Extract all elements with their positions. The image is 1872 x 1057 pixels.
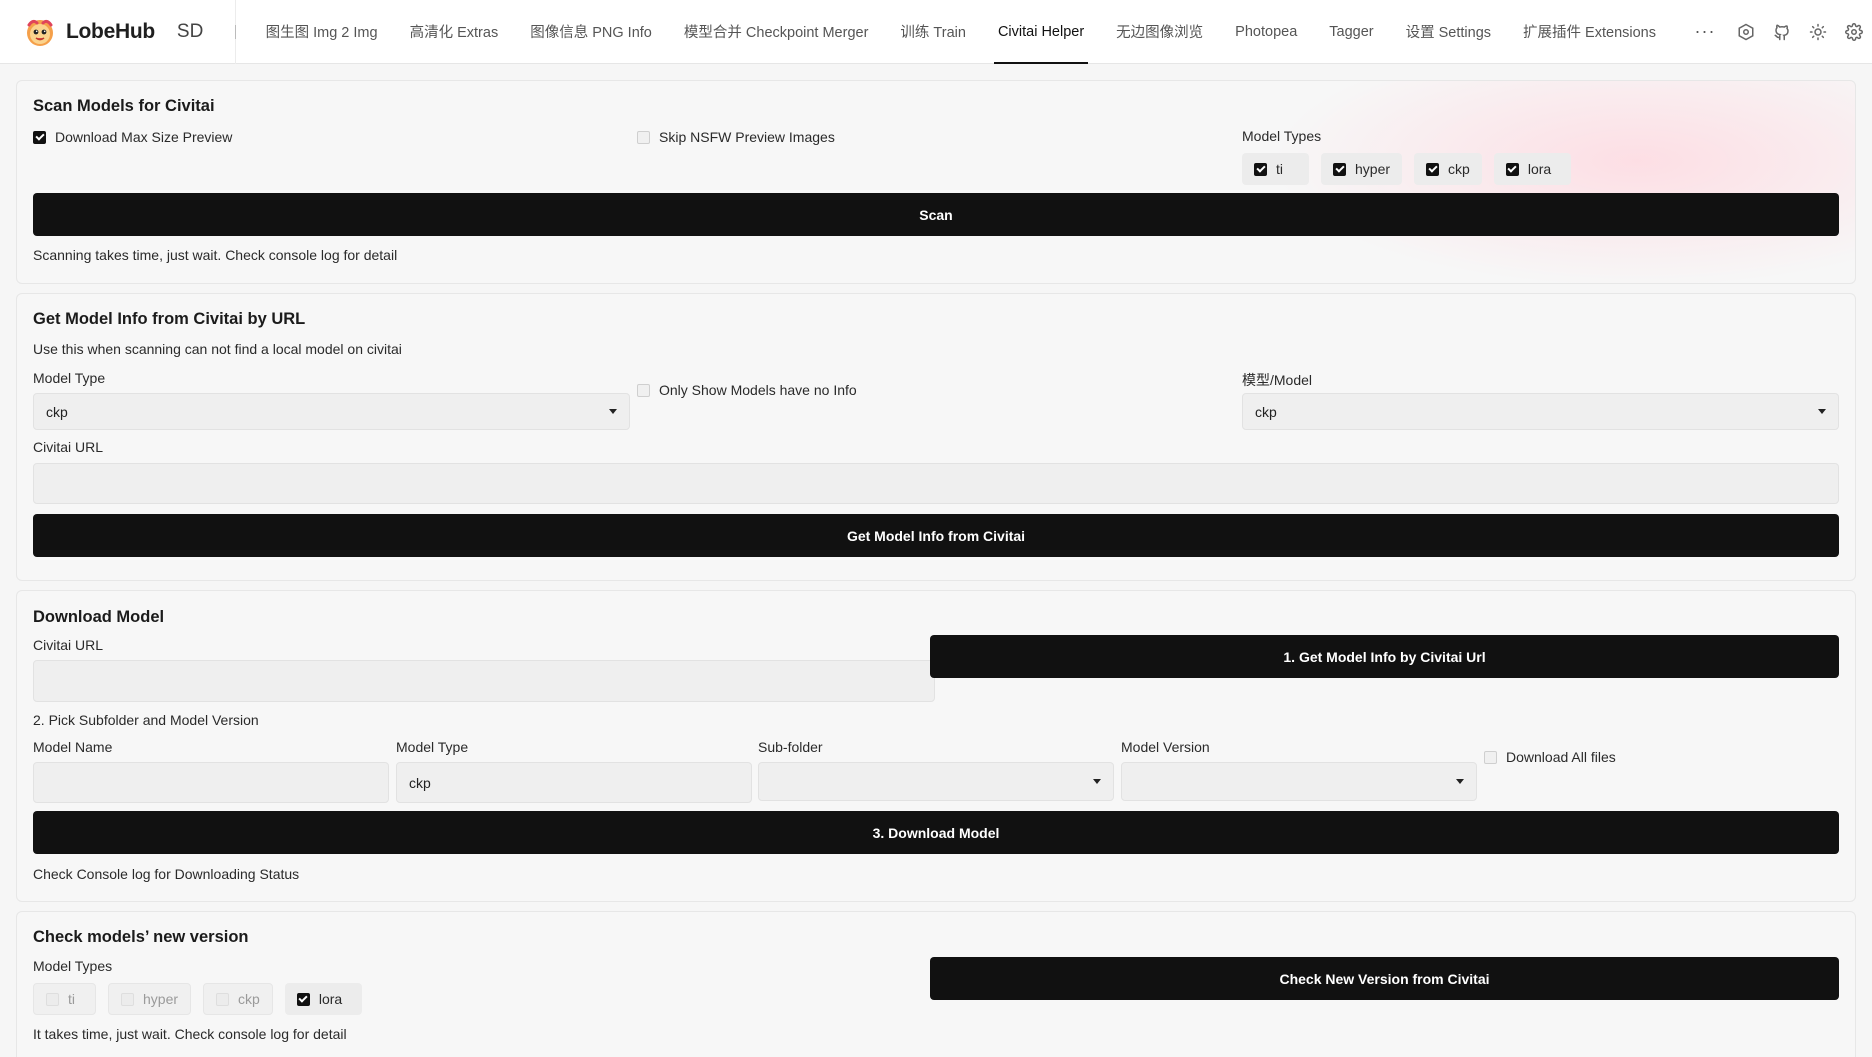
scan-type-ti-checkbox[interactable]: ti bbox=[1242, 153, 1309, 185]
top-nav-bar: LobeHub SD 图生图 Img 2 Img 高清化 Extras 图像信息… bbox=[0, 0, 1872, 64]
chevron-down-icon bbox=[1818, 409, 1826, 414]
scan-type-hyper-checkbox[interactable]: hyper bbox=[1321, 153, 1403, 185]
download-civitai-url-label: Civitai URL bbox=[33, 637, 104, 653]
model-name-label: Model Name bbox=[33, 739, 113, 755]
tab-tagger[interactable]: Tagger bbox=[1313, 0, 1389, 64]
chevron-down-icon bbox=[1093, 779, 1101, 784]
checkbox-unchecked-icon bbox=[637, 130, 650, 144]
check-model-types-group: ti hyper ckp lora bbox=[33, 983, 363, 1015]
download-title: Download Model bbox=[33, 608, 165, 626]
scan-button[interactable]: Scan bbox=[33, 193, 1839, 236]
scan-note: Scanning takes time, just wait. Check co… bbox=[33, 247, 398, 263]
tab-settings[interactable]: 设置 Settings bbox=[1390, 0, 1507, 64]
url-model-type-select[interactable]: ckp bbox=[33, 393, 630, 430]
download-civitai-url-input[interactable] bbox=[33, 660, 935, 702]
only-show-no-info-checkbox[interactable]: Only Show Models have no Info bbox=[637, 382, 857, 398]
url-model-label: 模型/Model bbox=[1242, 372, 1313, 388]
more-tabs-button[interactable]: ··· bbox=[1682, 14, 1728, 50]
tab-checkpoint-merger[interactable]: 模型合并 Checkpoint Merger bbox=[668, 0, 885, 64]
scan-title: Scan Models for Civitai bbox=[33, 97, 215, 115]
download-model-panel: Download Model Civitai URL 1. Get Model … bbox=[16, 590, 1856, 902]
chevron-down-icon bbox=[1456, 779, 1464, 784]
get-model-info-panel: Get Model Info from Civitai by URL Use t… bbox=[16, 293, 1856, 581]
tab-photopea[interactable]: Photopea bbox=[1219, 0, 1313, 64]
model-name-input[interactable] bbox=[33, 762, 389, 803]
scan-models-panel: Scan Models for Civitai Download Max Siz… bbox=[16, 80, 1856, 284]
checkbox-checked-icon bbox=[33, 130, 46, 144]
tab-train[interactable]: 训练 Train bbox=[884, 0, 982, 64]
check-type-lora-checkbox[interactable]: lora bbox=[284, 983, 363, 1015]
url-model-select[interactable]: ckp bbox=[1242, 393, 1839, 430]
model-version-label: Model Version bbox=[1121, 739, 1210, 755]
header-actions: ··· bbox=[1682, 14, 1872, 50]
subfolder-label: Sub-folder bbox=[758, 739, 823, 755]
download-model-type-input[interactable]: ckp bbox=[396, 762, 752, 803]
check-type-hyper-checkbox[interactable]: hyper bbox=[108, 983, 192, 1015]
model-version-select[interactable] bbox=[1121, 762, 1477, 801]
check-new-version-panel: Check models’ new version Model Types ti… bbox=[16, 911, 1856, 1057]
github-icon[interactable] bbox=[1764, 14, 1800, 50]
download-status-note: Check Console log for Downloading Status bbox=[33, 866, 300, 882]
main-tabs: 图生图 Img 2 Img 高清化 Extras 图像信息 PNG Info 模… bbox=[234, 0, 1672, 64]
scan-model-types-label: Model Types bbox=[1242, 128, 1322, 144]
download-model-type-label: Model Type bbox=[396, 739, 469, 755]
check-new-version-button[interactable]: Check New Version from Civitai bbox=[930, 957, 1839, 1000]
url-model-type-label: Model Type bbox=[33, 370, 106, 386]
url-info-desc: Use this when scanning can not find a lo… bbox=[33, 341, 402, 357]
checkbox-unchecked-icon bbox=[1484, 750, 1497, 764]
chevron-down-icon bbox=[609, 409, 617, 414]
url-civitai-url-input[interactable] bbox=[33, 463, 1839, 504]
checkbox-unchecked-icon bbox=[637, 383, 650, 397]
checkbox-unchecked-icon bbox=[121, 992, 134, 1006]
check-type-ti-checkbox[interactable]: ti bbox=[33, 983, 96, 1015]
checkbox-unchecked-icon bbox=[46, 992, 59, 1006]
tab-overflow-divider bbox=[234, 24, 236, 39]
pick-subfolder-label: 2. Pick Subfolder and Model Version bbox=[33, 712, 259, 728]
tab-extensions[interactable]: 扩展插件 Extensions bbox=[1507, 0, 1672, 64]
check-title: Check models’ new version bbox=[33, 928, 249, 946]
url-info-title: Get Model Info from Civitai by URL bbox=[33, 310, 306, 328]
brand[interactable]: LobeHub SD bbox=[0, 0, 236, 64]
check-type-ckp-checkbox[interactable]: ckp bbox=[203, 983, 273, 1015]
tab-civitai-helper[interactable]: Civitai Helper bbox=[982, 0, 1100, 64]
get-model-info-button[interactable]: Get Model Info from Civitai bbox=[33, 514, 1839, 557]
check-note: It takes time, just wait. Check console … bbox=[33, 1026, 347, 1042]
scan-type-ckp-checkbox[interactable]: ckp bbox=[1414, 153, 1482, 185]
lobehub-logo-icon bbox=[27, 19, 53, 46]
subfolder-select[interactable] bbox=[758, 762, 1114, 801]
checkbox-checked-icon bbox=[296, 992, 310, 1006]
checkbox-checked-icon bbox=[1426, 162, 1440, 176]
checkbox-checked-icon bbox=[1505, 162, 1519, 176]
hexagon-icon[interactable] bbox=[1728, 14, 1764, 50]
checkbox-unchecked-icon bbox=[216, 992, 230, 1006]
get-model-info-by-url-button[interactable]: 1. Get Model Info by Civitai Url bbox=[930, 635, 1839, 678]
tab-img2img[interactable]: 图生图 Img 2 Img bbox=[250, 0, 394, 64]
scan-type-lora-checkbox[interactable]: lora bbox=[1493, 153, 1572, 185]
gear-icon[interactable] bbox=[1836, 14, 1872, 50]
url-civitai-url-label: Civitai URL bbox=[33, 439, 104, 455]
tab-png-info[interactable]: 图像信息 PNG Info bbox=[514, 0, 668, 64]
sun-icon[interactable] bbox=[1800, 14, 1836, 50]
download-model-button[interactable]: 3. Download Model bbox=[33, 811, 1839, 854]
tab-infinite-image-browsing[interactable]: 无边图像浏览 bbox=[1100, 0, 1219, 64]
download-all-files-checkbox[interactable]: Download All files bbox=[1484, 749, 1616, 765]
checkbox-checked-icon bbox=[1254, 162, 1267, 176]
brand-sub: SD bbox=[176, 20, 204, 42]
brand-name: LobeHub bbox=[66, 19, 155, 43]
skip-nsfw-checkbox[interactable]: Skip NSFW Preview Images bbox=[637, 129, 835, 145]
check-model-types-label: Model Types bbox=[33, 958, 113, 974]
tab-extras[interactable]: 高清化 Extras bbox=[394, 0, 515, 64]
scan-model-types-group: ti hyper ckp lora bbox=[1242, 153, 1572, 185]
checkbox-checked-icon bbox=[1333, 162, 1346, 176]
download-max-size-checkbox[interactable]: Download Max Size Preview bbox=[33, 129, 232, 145]
